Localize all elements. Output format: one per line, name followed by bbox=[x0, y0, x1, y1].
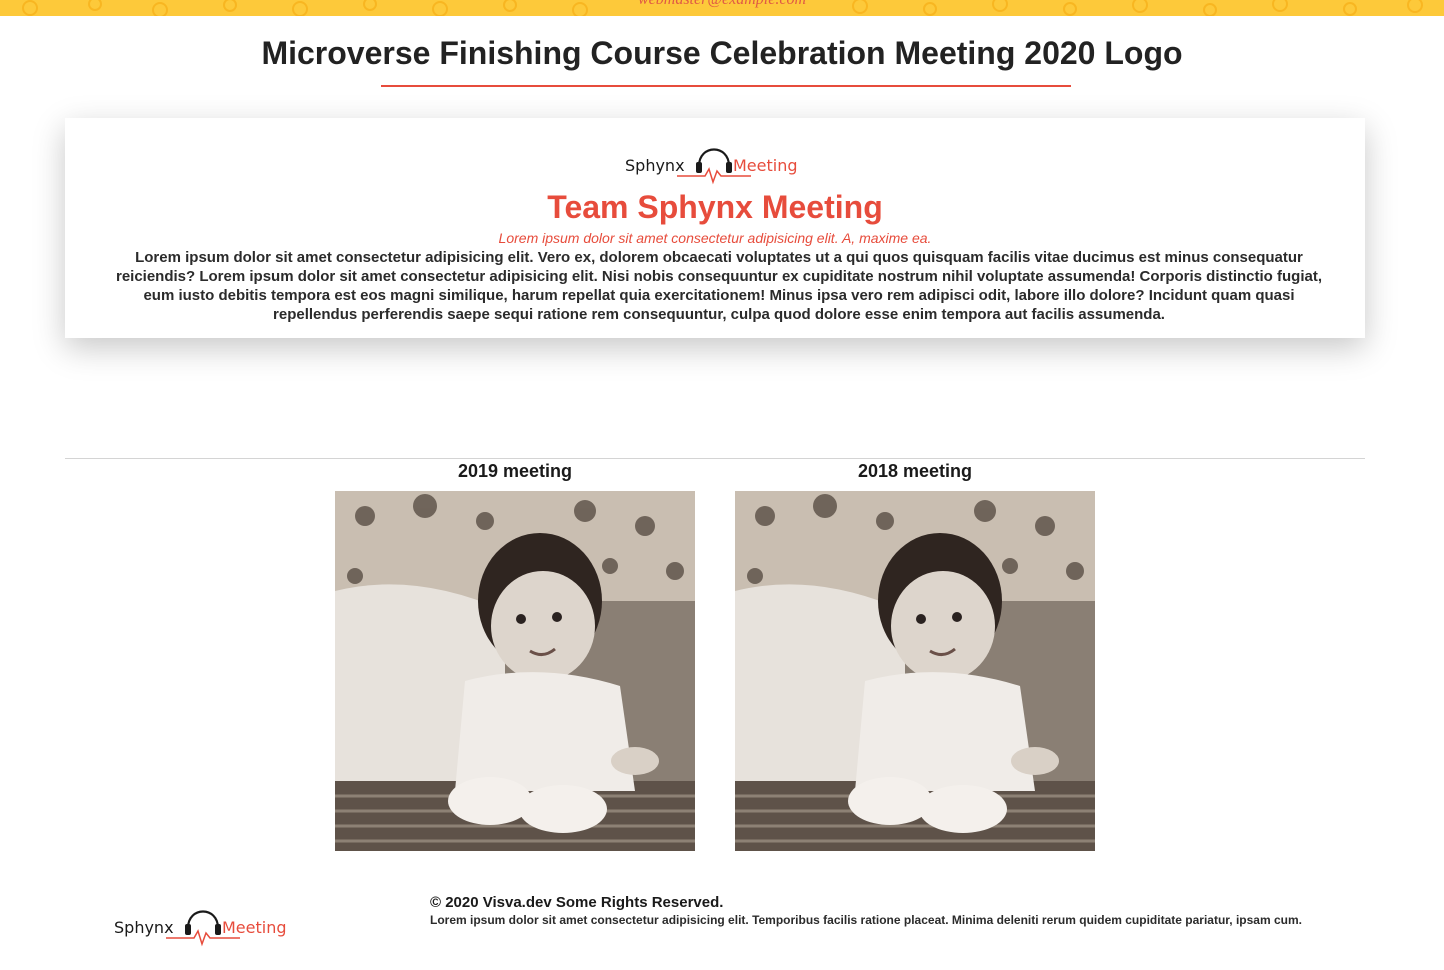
sphynx-meeting-logo[interactable]: Sphynx Meeting bbox=[623, 138, 809, 186]
logo-text-meeting: Meeting bbox=[733, 156, 798, 175]
logo-text-sphynx: Sphynx bbox=[114, 918, 174, 937]
about-card: Sphynx Meeting Team Sphynx Meeting Lorem… bbox=[65, 118, 1365, 338]
meeting-photo[interactable] bbox=[735, 491, 1095, 851]
gallery-caption: 2018 meeting bbox=[857, 461, 973, 481]
footer-description: Lorem ipsum dolor sit amet consectetur a… bbox=[430, 913, 1302, 927]
gallery-caption: 2019 meeting bbox=[457, 461, 573, 481]
team-description: Lorem ipsum dolor sit amet consectetur a… bbox=[115, 249, 1322, 323]
copyright-text: © 2020 Visva.dev Some Rights Reserved. bbox=[430, 894, 724, 911]
page-title: Microverse Finishing Course Celebration … bbox=[261, 35, 1183, 71]
headphones-icon bbox=[696, 148, 732, 173]
team-title: Team Sphynx Meeting bbox=[547, 189, 883, 225]
gallery-item-2018: 2018 meeting bbox=[735, 459, 1095, 851]
team-subtitle: Lorem ipsum dolor sit amet consectetur a… bbox=[498, 230, 932, 246]
footer-logo[interactable]: Sphynx Meeting bbox=[112, 900, 298, 948]
section-divider bbox=[65, 458, 1365, 459]
gallery-item-2019: 2019 meeting bbox=[335, 459, 695, 851]
meeting-photo[interactable] bbox=[335, 491, 695, 851]
title-underline bbox=[381, 85, 1071, 87]
headphones-icon bbox=[185, 910, 221, 935]
top-banner-strip: webmaster@example.com bbox=[0, 0, 1444, 16]
logo-text-sphynx: Sphynx bbox=[625, 156, 685, 175]
logo-text-meeting: Meeting bbox=[222, 918, 287, 937]
webmaster-email-link[interactable]: webmaster@example.com bbox=[0, 0, 1444, 9]
